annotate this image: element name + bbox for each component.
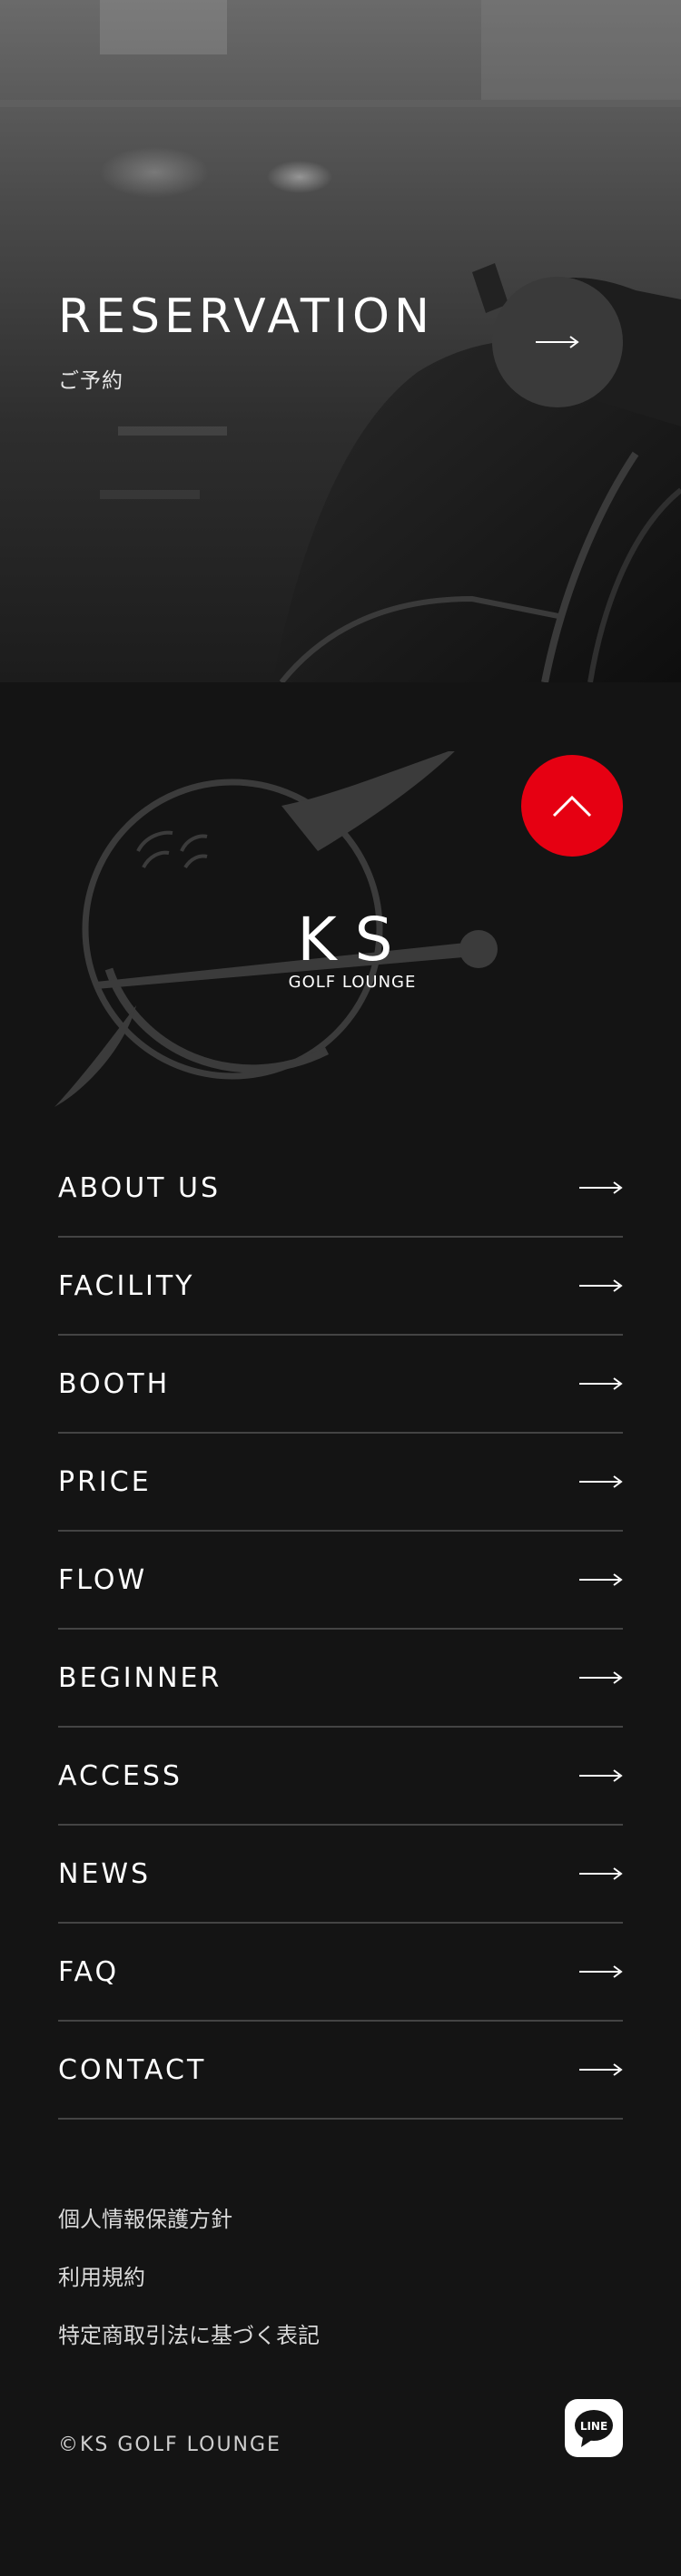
nav-label: PRICE <box>58 1465 152 1498</box>
arrow-right-icon <box>579 1671 623 1684</box>
nav-item-news[interactable]: NEWS <box>58 1826 623 1924</box>
terms-link[interactable]: 利用規約 <box>58 2259 320 2317</box>
nav-item-contact[interactable]: CONTACT <box>58 2022 623 2120</box>
ks-golf-lounge-logo: KS GOLF LOUNGE <box>54 751 498 1107</box>
chevron-up-icon <box>552 795 592 818</box>
nav-label: ABOUT US <box>58 1171 222 1204</box>
site-footer: KS GOLF LOUNGE ABOUT US FACILITY BOOTH P… <box>0 682 681 2576</box>
line-icon-label: LINE <box>580 2420 607 2433</box>
nav-item-price[interactable]: PRICE <box>58 1434 623 1532</box>
nav-label: FACILITY <box>58 1269 195 1302</box>
reservation-title: RESERVATION <box>58 289 434 344</box>
arrow-right-icon <box>579 1867 623 1880</box>
reservation-hero[interactable]: RESERVATION ご予約 <box>0 0 681 682</box>
reservation-subtitle: ご予約 <box>58 369 123 393</box>
nav-item-about-us[interactable]: ABOUT US <box>58 1140 623 1238</box>
nav-label: ACCESS <box>58 1759 183 1792</box>
nav-item-access[interactable]: ACCESS <box>58 1728 623 1826</box>
arrow-right-icon <box>579 1279 623 1292</box>
arrow-right-icon <box>579 1377 623 1390</box>
arrow-right-icon <box>579 1573 623 1586</box>
privacy-policy-link[interactable]: 個人情報保護方針 <box>58 2201 320 2259</box>
logo-mark: KS <box>297 905 410 975</box>
arrow-right-icon <box>579 1475 623 1488</box>
arrow-right-icon <box>579 2063 623 2076</box>
arrow-right-icon <box>536 336 579 348</box>
nav-label: FLOW <box>58 1563 148 1596</box>
page-top-button[interactable] <box>521 755 623 857</box>
nav-label: NEWS <box>58 1857 152 1890</box>
commerce-law-link[interactable]: 特定商取引法に基づく表記 <box>58 2317 320 2375</box>
nav-item-flow[interactable]: FLOW <box>58 1532 623 1630</box>
logo-tagline: GOLF LOUNGE <box>289 973 417 992</box>
nav-label: FAQ <box>58 1955 120 1988</box>
nav-item-booth[interactable]: BOOTH <box>58 1336 623 1434</box>
nav-label: CONTACT <box>58 2053 207 2086</box>
reservation-button[interactable] <box>492 277 623 407</box>
arrow-right-icon <box>579 1965 623 1978</box>
nav-label: BEGINNER <box>58 1661 222 1694</box>
nav-item-faq[interactable]: FAQ <box>58 1924 623 2022</box>
footer-nav: ABOUT US FACILITY BOOTH PRICE FLOW BEGIN… <box>58 1140 623 2120</box>
legal-links: 個人情報保護方針 利用規約 特定商取引法に基づく表記 <box>58 2201 320 2375</box>
line-icon: LINE <box>575 2410 613 2447</box>
nav-item-beginner[interactable]: BEGINNER <box>58 1630 623 1728</box>
line-button[interactable]: LINE <box>565 2399 623 2457</box>
nav-label: BOOTH <box>58 1367 171 1400</box>
nav-item-facility[interactable]: FACILITY <box>58 1238 623 1336</box>
arrow-right-icon <box>579 1181 623 1194</box>
copyright: ©KS GOLF LOUNGE <box>58 2434 281 2456</box>
arrow-right-icon <box>579 1769 623 1782</box>
